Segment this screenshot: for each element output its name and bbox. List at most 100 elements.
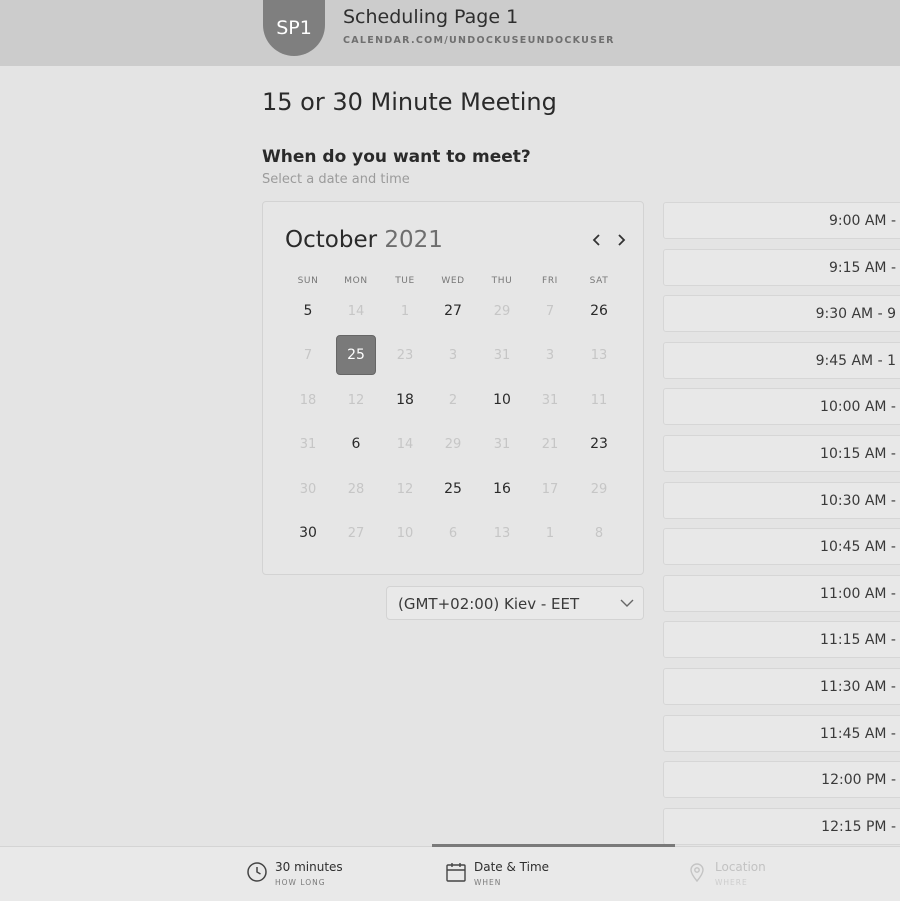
time-slot-label: 9:15 AM - [828,259,896,276]
calendar-day[interactable]: 6 [336,424,376,464]
calendar-day: 31 [541,392,559,408]
calendar-day: 1 [400,303,410,319]
calendar-day: 23 [396,347,414,363]
time-slot-button[interactable]: 9:00 AM - [663,202,900,239]
calendar-day[interactable]: 10 [482,380,522,420]
location-pin-icon [690,863,704,883]
calendar-day: 14 [347,303,365,319]
calendar-day: 30 [299,481,317,497]
calendar-day: 27 [347,525,365,541]
scheduling-page-url: CALENDAR.COM/UNDOCKUSEUNDOCKUSER [343,35,615,46]
calendar-day[interactable]: 23 [579,424,619,464]
calendar-day: 31 [493,347,511,363]
calendar-day: 2 [448,392,458,408]
calendar-day: 28 [347,481,365,497]
calendar-day: 6 [448,525,458,541]
time-slot-label: 12:00 PM - [821,772,896,789]
active-step-indicator [432,844,675,847]
timezone-label: (GMT+02:00) Kiev - EET [398,595,580,613]
calendar-day: 12 [396,481,414,497]
weekday-label: SUN [297,276,319,286]
time-slot-button[interactable]: 10:00 AM - [663,388,900,426]
section-hint: Select a date and time [262,172,410,187]
calendar-day: 3 [448,347,458,363]
chevron-right-icon [618,234,626,246]
calendar-month: October [285,227,378,253]
calendar-day[interactable]: 26 [579,291,619,331]
time-slot-label: 10:30 AM - [820,492,896,509]
time-slot-button[interactable]: 10:15 AM - [663,435,900,472]
calendar-day[interactable]: 5 [288,291,328,331]
time-slot-label: 11:00 AM - [820,585,896,602]
step-subtitle: WHEN [474,878,502,887]
calendar-day: 21 [541,436,559,452]
time-slot-button[interactable]: 11:15 AM - [663,621,900,659]
chevron-left-icon [592,234,600,246]
calendar-day: 13 [493,525,511,541]
weekday-label: TUE [395,276,415,286]
step-name: 30 minutes [275,860,343,874]
time-slot-label: 11:45 AM - [820,725,896,742]
timezone-select[interactable]: (GMT+02:00) Kiev - EET [386,586,644,620]
time-slot-button[interactable]: 11:00 AM - [663,574,900,612]
calendar-day[interactable]: 27 [433,291,473,331]
next-month-button[interactable] [611,229,631,251]
section-heading: When do you want to meet? [262,147,531,167]
step-name: Location [715,860,766,874]
previous-month-button[interactable] [587,229,607,251]
calendar-day: 14 [396,436,414,452]
time-slot-button[interactable]: 9:45 AM - 1 [663,341,900,379]
calendar-month-year: October 2021 [285,227,443,253]
weekday-label: THU [491,276,513,286]
step-subtitle: WHERE [715,878,748,887]
calendar-day: 18 [299,392,317,408]
step-footer: 30 minutes HOW LONG Date & Time WHEN Loc… [0,844,900,901]
time-slot-button[interactable]: 11:45 AM - [663,714,900,752]
calendar-day: 13 [590,347,608,363]
calendar-day: 1 [545,525,555,541]
time-slot-button[interactable]: 9:15 AM - [663,248,900,286]
time-slot-label: 12:15 PM - [821,818,896,835]
time-slot-button[interactable]: 9:30 AM - 9 [663,295,900,333]
time-slot-button[interactable]: 12:00 PM - [663,761,900,799]
calendar-day[interactable]: 30 [288,513,328,553]
time-slot-button[interactable]: 11:30 AM - [663,668,900,705]
weekday-label: SAT [589,276,609,286]
meeting-title: 15 or 30 Minute Meeting [262,88,557,116]
time-slot-label: 11:30 AM - [820,679,896,695]
calendar-day: 7 [303,347,313,363]
calendar-day: 29 [590,481,608,497]
calendar-day: 12 [347,392,365,408]
step-name: Date & Time [474,860,550,874]
time-slot-button[interactable]: 12:15 PM - [663,807,900,845]
step-subtitle: HOW LONG [275,878,326,887]
avatar-initials: SP1 [276,17,312,39]
calendar-day[interactable]: 25 [433,469,473,509]
calendar-day[interactable]: 16 [482,469,522,509]
time-slot-label: 9:00 AM - [828,213,896,229]
calendar-day: 7 [545,303,555,319]
time-slot-button[interactable]: 10:30 AM - [663,481,900,519]
calendar-day: 29 [444,436,462,452]
date-picker: October 2021 SUN MON TUE WED THU FRI SAT 5 14 1 2… [262,201,644,575]
calendar-day: 11 [590,392,608,408]
time-slot-label: 10:00 AM - [820,399,896,416]
time-slot-label: 10:45 AM - [820,539,896,556]
calendar-day: 31 [299,436,317,452]
calendar-day: 3 [545,347,555,363]
page-header: SP1 Scheduling Page 1 CALENDAR.COM/UNDOC… [0,0,900,66]
calendar-day[interactable]: 18 [385,380,425,420]
calendar-day: 10 [396,525,414,541]
time-slot-label: 10:15 AM - [820,446,896,462]
chevron-down-icon [620,599,634,607]
avatar: SP1 [263,0,325,56]
time-slot-label: 9:30 AM - 9 [815,306,896,323]
time-slot-button[interactable]: 10:45 AM - [663,528,900,566]
calendar-day: 17 [541,481,559,497]
calendar-day-selected[interactable]: 25 [336,335,376,375]
weekday-label: MON [344,276,368,286]
calendar-day: 29 [493,303,511,319]
weekday-label: FRI [542,276,558,286]
time-slot-label: 9:45 AM - 1 [815,352,896,369]
scheduling-page-name: Scheduling Page 1 [343,6,519,28]
